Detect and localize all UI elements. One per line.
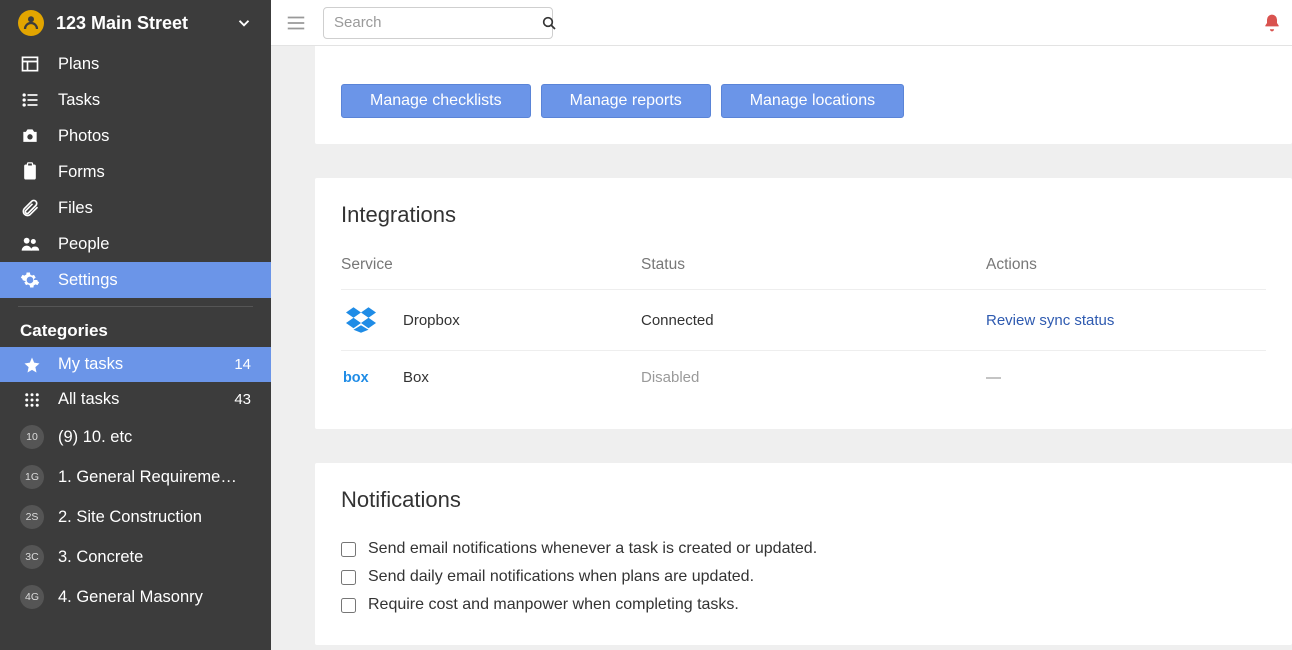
sidebar-item-forms[interactable]: Forms bbox=[0, 154, 271, 190]
sidebar: 123 Main Street Plans Tasks Photos Forms… bbox=[0, 0, 271, 650]
sidebar-item-photos[interactable]: Photos bbox=[0, 118, 271, 154]
search-field[interactable] bbox=[323, 7, 553, 39]
category-general-requirements[interactable]: 1G 1. General Requireme… bbox=[0, 457, 271, 497]
category-chip: 1G bbox=[20, 465, 44, 489]
topbar bbox=[271, 0, 1292, 46]
dropbox-icon bbox=[341, 306, 381, 334]
category-my-tasks[interactable]: My tasks 14 bbox=[0, 347, 271, 382]
box-icon: box bbox=[341, 367, 381, 387]
category-all-tasks[interactable]: All tasks 43 bbox=[0, 382, 271, 417]
category-chip: 4G bbox=[20, 585, 44, 609]
service-action-none: — bbox=[986, 369, 1266, 386]
checkbox[interactable] bbox=[341, 570, 356, 585]
col-actions: Actions bbox=[986, 256, 1266, 274]
category-count: 43 bbox=[234, 391, 251, 408]
notifications-card: Notifications Send email notifications w… bbox=[315, 463, 1292, 645]
nav-label: Photos bbox=[58, 127, 109, 146]
search-input[interactable] bbox=[334, 14, 533, 31]
nav-label: Settings bbox=[58, 271, 118, 290]
sidebar-item-tasks[interactable]: Tasks bbox=[0, 82, 271, 118]
nav-label: Forms bbox=[58, 163, 105, 182]
project-switcher[interactable]: 123 Main Street bbox=[0, 0, 271, 46]
category-count: 14 bbox=[234, 356, 251, 373]
service-name: Dropbox bbox=[403, 312, 460, 329]
svg-text:box: box bbox=[343, 370, 369, 386]
category-label: (9) 10. etc bbox=[58, 428, 132, 447]
notification-option-require-cost[interactable]: Require cost and manpower when completin… bbox=[341, 591, 1266, 619]
tasks-icon bbox=[20, 90, 40, 110]
grid-icon bbox=[20, 391, 44, 409]
sidebar-item-people[interactable]: People bbox=[0, 226, 271, 262]
integrations-card: Integrations Service Status Actions Drop… bbox=[315, 178, 1292, 429]
category-label: 4. General Masonry bbox=[58, 588, 203, 607]
gear-icon bbox=[20, 270, 40, 290]
option-label: Send daily email notifications when plan… bbox=[368, 568, 754, 586]
integration-row-dropbox: Dropbox Connected Review sync status bbox=[341, 289, 1266, 350]
category-site-construction[interactable]: 2S 2. Site Construction bbox=[0, 497, 271, 537]
integration-row-box: box Box Disabled — bbox=[341, 350, 1266, 403]
plans-icon bbox=[20, 54, 40, 74]
option-label: Send email notifications whenever a task… bbox=[368, 540, 817, 558]
notification-option-plan-daily[interactable]: Send daily email notifications when plan… bbox=[341, 563, 1266, 591]
manage-reports-button[interactable]: Manage reports bbox=[541, 84, 711, 118]
sidebar-item-settings[interactable]: Settings bbox=[0, 262, 271, 298]
menu-toggle-icon[interactable] bbox=[281, 8, 311, 38]
service-status: Disabled bbox=[641, 369, 986, 386]
sidebar-item-plans[interactable]: Plans bbox=[0, 46, 271, 82]
service-status: Connected bbox=[641, 312, 986, 329]
category-general-masonry[interactable]: 4G 4. General Masonry bbox=[0, 577, 271, 617]
nav-label: Plans bbox=[58, 55, 99, 74]
notifications-title: Notifications bbox=[341, 487, 1266, 513]
camera-icon bbox=[20, 126, 40, 146]
option-label: Require cost and manpower when completin… bbox=[368, 596, 739, 614]
content-scroll[interactable]: Manage checklists Manage reports Manage … bbox=[271, 46, 1292, 650]
col-service: Service bbox=[341, 256, 641, 274]
project-title: 123 Main Street bbox=[56, 13, 188, 34]
paperclip-icon bbox=[20, 198, 40, 218]
category-label: 3. Concrete bbox=[58, 548, 143, 567]
search-icon bbox=[541, 15, 557, 31]
category-label: 2. Site Construction bbox=[58, 508, 202, 527]
category-label: All tasks bbox=[58, 390, 119, 409]
category-10-etc[interactable]: 10 (9) 10. etc bbox=[0, 417, 271, 457]
people-icon bbox=[20, 234, 40, 254]
category-concrete[interactable]: 3C 3. Concrete bbox=[0, 537, 271, 577]
col-status: Status bbox=[641, 256, 986, 274]
checkbox[interactable] bbox=[341, 542, 356, 557]
categories-title: Categories bbox=[0, 307, 271, 347]
main-area: Manage checklists Manage reports Manage … bbox=[271, 0, 1292, 650]
nav-label: Tasks bbox=[58, 91, 100, 110]
category-chip: 2S bbox=[20, 505, 44, 529]
star-icon bbox=[20, 356, 44, 374]
integrations-title: Integrations bbox=[341, 202, 1266, 228]
category-chip: 3C bbox=[20, 545, 44, 569]
nav-label: Files bbox=[58, 199, 93, 218]
manage-card: Manage checklists Manage reports Manage … bbox=[315, 46, 1292, 144]
nav-label: People bbox=[58, 235, 109, 254]
sidebar-item-files[interactable]: Files bbox=[0, 190, 271, 226]
integrations-table-head: Service Status Actions bbox=[341, 250, 1266, 289]
category-label: 1. General Requireme… bbox=[58, 468, 237, 487]
category-chip: 10 bbox=[20, 425, 44, 449]
manage-locations-button[interactable]: Manage locations bbox=[721, 84, 904, 118]
review-sync-status-link[interactable]: Review sync status bbox=[986, 312, 1114, 329]
notification-option-task-email[interactable]: Send email notifications whenever a task… bbox=[341, 535, 1266, 563]
clipboard-icon bbox=[20, 162, 40, 182]
category-label: My tasks bbox=[58, 355, 123, 374]
chevron-down-icon bbox=[235, 14, 253, 32]
service-name: Box bbox=[403, 369, 429, 386]
checkbox[interactable] bbox=[341, 598, 356, 613]
notifications-bell-icon[interactable] bbox=[1262, 13, 1282, 33]
manage-checklists-button[interactable]: Manage checklists bbox=[341, 84, 531, 118]
app-logo-icon bbox=[18, 10, 44, 36]
